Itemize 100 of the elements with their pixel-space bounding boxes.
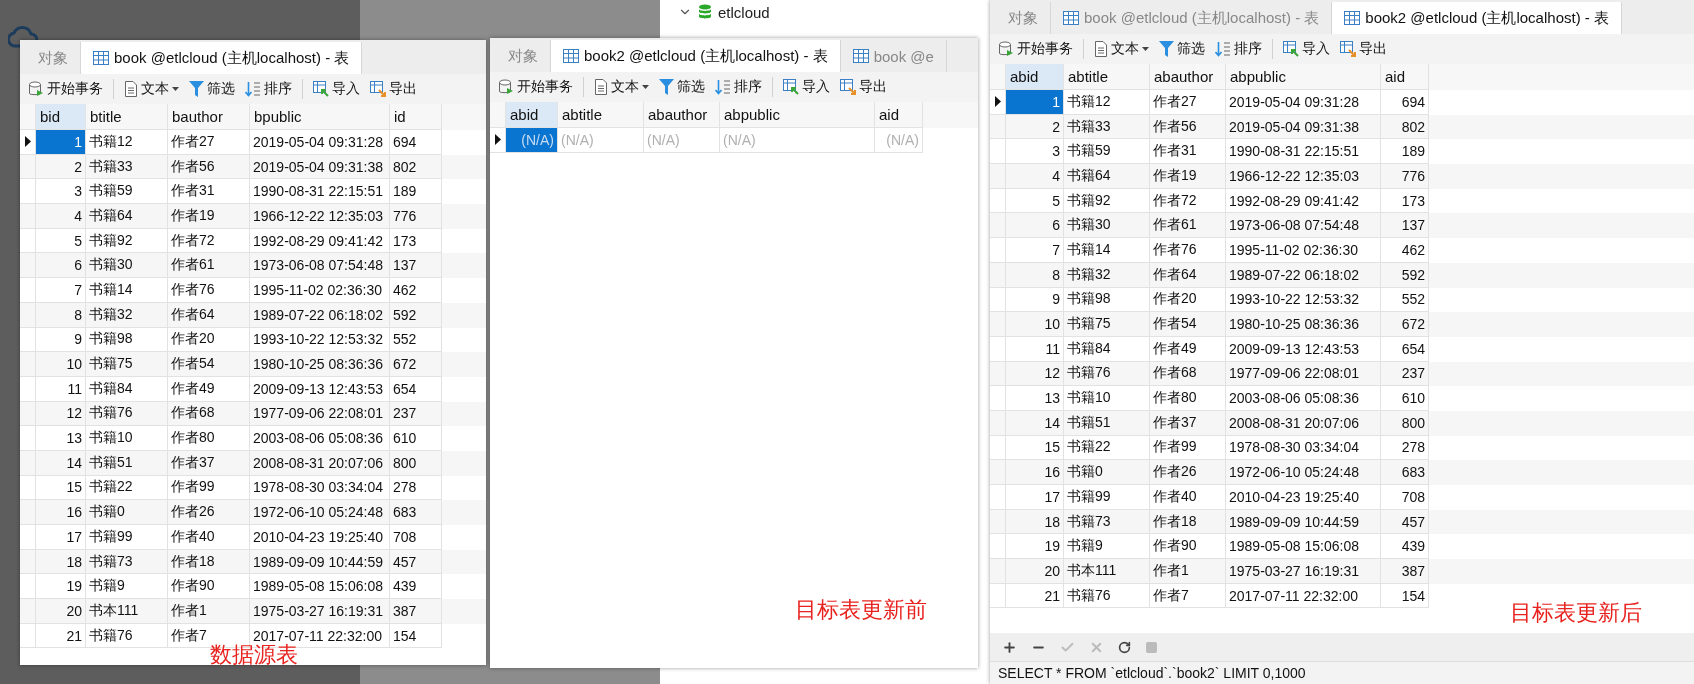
toolbar-button[interactable]: 开始事务 bbox=[28, 80, 103, 98]
table-cell: 作者49 bbox=[1150, 336, 1226, 362]
toolbar-button[interactable]: 导入 bbox=[313, 80, 360, 98]
table-cell: 11 bbox=[36, 376, 86, 402]
table-cell: (N/A) bbox=[644, 128, 720, 153]
toolbar-label: 开始事务 bbox=[1017, 40, 1073, 58]
table-cell: 654 bbox=[390, 376, 442, 402]
toolbar-button[interactable]: 导入 bbox=[1283, 40, 1330, 58]
column-header[interactable]: abid bbox=[1006, 64, 1064, 90]
table-cell: 作者19 bbox=[1150, 164, 1226, 189]
table-cell: 书籍12 bbox=[1064, 90, 1150, 115]
table-cell: 作者76 bbox=[1150, 238, 1226, 263]
table-cell: 4 bbox=[1006, 164, 1064, 189]
table-cell: 1966-12-22 12:35:03 bbox=[1226, 164, 1381, 189]
caret-icon bbox=[642, 85, 649, 89]
table-cell: 书籍75 bbox=[86, 352, 168, 377]
document-icon bbox=[124, 81, 138, 97]
toolbar-label: 筛选 bbox=[1177, 40, 1205, 58]
add-icon[interactable] bbox=[1002, 639, 1017, 655]
toolbar-button[interactable]: 导出 bbox=[1340, 40, 1387, 58]
toolbar-button[interactable]: 导出 bbox=[840, 78, 887, 96]
table-cell: 776 bbox=[1381, 164, 1429, 189]
toolbar-button[interactable]: 排序 bbox=[715, 78, 762, 96]
table-cell: 作者54 bbox=[1150, 312, 1226, 337]
table-cell: 2019-05-04 09:31:28 bbox=[250, 130, 390, 155]
tab[interactable]: book2 @etlcloud (主机localhost) - 表 bbox=[1332, 2, 1622, 34]
toolbar-label: 导入 bbox=[802, 78, 830, 96]
toolbar-button[interactable]: 筛选 bbox=[189, 80, 235, 98]
table-cell: 书籍32 bbox=[86, 302, 168, 328]
annotation-label: 目标表更新前 bbox=[795, 596, 927, 624]
tab[interactable]: book @etlcloud (主机localhost) - 表 bbox=[81, 42, 363, 74]
tree-item-label[interactable]: etlcloud bbox=[718, 3, 770, 21]
table-cell: 610 bbox=[390, 426, 442, 451]
table-cell: 708 bbox=[1381, 485, 1429, 510]
table-cell: 13 bbox=[1006, 386, 1064, 411]
table-cell: 书籍64 bbox=[86, 204, 168, 229]
tab[interactable]: book2 @etlcloud (主机localhost) - 表 bbox=[551, 40, 841, 72]
table-cell: 800 bbox=[390, 450, 442, 476]
caret-icon bbox=[1142, 47, 1149, 51]
table-cell: 作者1 bbox=[168, 599, 250, 624]
table-cell: 书籍10 bbox=[86, 426, 168, 451]
table-cell: 672 bbox=[1381, 312, 1429, 337]
database-icon bbox=[998, 41, 1014, 57]
table-cell: 作者19 bbox=[168, 204, 250, 229]
table-cell: 21 bbox=[36, 623, 86, 649]
sort-icon bbox=[245, 81, 261, 97]
table-cell: 作者40 bbox=[168, 525, 250, 550]
toolbar-label: 排序 bbox=[1234, 40, 1262, 58]
table-cell: 20 bbox=[36, 599, 86, 624]
table-cell: 776 bbox=[390, 204, 442, 229]
toolbar-button[interactable]: 开始事务 bbox=[998, 40, 1073, 58]
toolbar-button[interactable]: 导入 bbox=[783, 78, 830, 96]
toolbar-button[interactable]: 文本 bbox=[124, 80, 179, 98]
tab-label: book @e bbox=[873, 47, 934, 65]
tab-label: book2 @etlcloud (主机localhost) - 表 bbox=[584, 46, 828, 66]
table-cell: 书籍14 bbox=[1064, 238, 1150, 263]
table-cell: 书籍12 bbox=[86, 130, 168, 155]
table-cell: 2003-08-06 05:08:36 bbox=[1226, 386, 1381, 411]
table-cell: 154 bbox=[390, 623, 442, 649]
table-cell: (N/A) bbox=[720, 128, 875, 153]
table-cell: 10 bbox=[1006, 312, 1064, 337]
column-header[interactable]: bid bbox=[36, 104, 86, 130]
table-cell: 作者27 bbox=[1150, 90, 1226, 115]
table-cell: 作者54 bbox=[168, 352, 250, 377]
toolbar-button[interactable]: 文本 bbox=[1094, 40, 1149, 58]
export-icon bbox=[1340, 41, 1356, 57]
table-cell: 1989-07-22 06:18:02 bbox=[250, 302, 390, 328]
toolbar-button[interactable]: 排序 bbox=[1215, 40, 1262, 58]
table-cell: 462 bbox=[1381, 238, 1429, 263]
tab-label: 对象 bbox=[508, 46, 538, 66]
table-cell: 2008-08-31 20:07:06 bbox=[1226, 410, 1381, 436]
toolbar-button[interactable]: 排序 bbox=[245, 80, 292, 98]
toolbar-button[interactable]: 导出 bbox=[370, 80, 417, 98]
toolbar-button[interactable]: 筛选 bbox=[659, 78, 705, 96]
table-cell: 154 bbox=[1381, 583, 1429, 609]
toolbar-button[interactable]: 文本 bbox=[594, 78, 649, 96]
table-cell: 708 bbox=[390, 525, 442, 550]
table-cell: 作者80 bbox=[168, 426, 250, 451]
filter-icon bbox=[1159, 41, 1174, 57]
table-cell: 书籍75 bbox=[1064, 312, 1150, 337]
import-icon bbox=[313, 81, 329, 97]
toolbar-label: 排序 bbox=[264, 80, 292, 98]
table-cell: 694 bbox=[1381, 90, 1429, 115]
table-cell: 14 bbox=[1006, 410, 1064, 436]
table-cell: 2008-08-31 20:07:06 bbox=[250, 450, 390, 476]
column-header[interactable]: abid bbox=[506, 102, 558, 128]
toolbar-button[interactable]: 开始事务 bbox=[498, 78, 573, 96]
tab-label: 对象 bbox=[1008, 8, 1038, 28]
export-icon bbox=[840, 79, 856, 95]
table-cell: 书籍10 bbox=[1064, 386, 1150, 411]
table-cell: 作者76 bbox=[168, 278, 250, 303]
refresh-icon[interactable] bbox=[1118, 640, 1131, 654]
tab-label: 对象 bbox=[38, 48, 68, 68]
table-cell: 20 bbox=[1006, 559, 1064, 584]
table-cell: 书籍14 bbox=[86, 278, 168, 303]
table-cell: 14 bbox=[36, 450, 86, 476]
table-cell: (N/A) bbox=[506, 128, 558, 153]
toolbar-button[interactable]: 筛选 bbox=[1159, 40, 1205, 58]
stop-icon[interactable] bbox=[1145, 640, 1158, 654]
table-cell: 书籍76 bbox=[1064, 583, 1150, 609]
